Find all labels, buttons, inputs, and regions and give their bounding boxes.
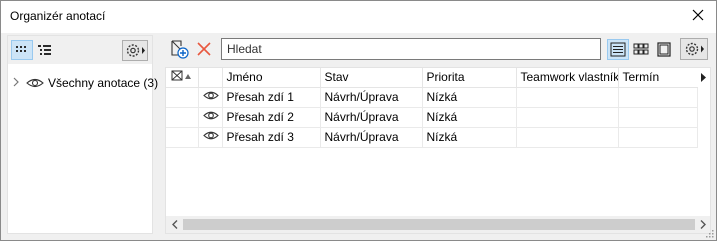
tree-list-icon xyxy=(38,45,51,55)
gear-icon xyxy=(685,42,704,56)
row-select-cell[interactable] xyxy=(166,107,199,128)
column-header-select[interactable] xyxy=(166,68,199,88)
right-settings-button[interactable] xyxy=(680,38,708,60)
right-toolbar xyxy=(165,35,710,63)
scrollbar-thumb[interactable] xyxy=(183,219,695,230)
column-scroll-right-button[interactable] xyxy=(696,68,710,87)
delete-button[interactable] xyxy=(195,40,213,58)
eye-icon[interactable] xyxy=(202,90,219,101)
cell-name: Přesah zdí 2 xyxy=(222,107,321,128)
tree-item-label: Všechny anotace (3) xyxy=(48,76,159,90)
row-visibility-cell[interactable] xyxy=(198,127,223,148)
table-row[interactable]: Přesah zdí 3 Návrh/Úprava Nízká xyxy=(166,127,698,148)
grid-view-button[interactable] xyxy=(630,39,652,60)
annotations-table: Jméno Stav Priorita Teamwork vlastník Te… xyxy=(165,67,711,234)
search-input[interactable] xyxy=(221,38,601,60)
single-view-icon xyxy=(657,42,671,57)
single-view-button[interactable] xyxy=(653,39,675,60)
cell-priority: Nízká xyxy=(422,107,517,128)
cell-status: Návrh/Úprava xyxy=(320,87,423,108)
eye-icon[interactable] xyxy=(202,130,219,141)
row-visibility-cell[interactable] xyxy=(198,107,223,128)
cell-priority: Nízká xyxy=(422,127,517,148)
cell-owner xyxy=(516,107,619,128)
add-annotation-icon xyxy=(171,40,189,59)
cell-name: Přesah zdí 3 xyxy=(222,127,321,148)
add-annotation-button[interactable] xyxy=(169,38,191,60)
left-settings-button[interactable] xyxy=(122,40,148,61)
left-toolbar xyxy=(8,36,152,64)
column-header-due[interactable]: Termín xyxy=(618,68,698,88)
table-row[interactable]: Přesah zdí 1 Návrh/Úprava Nízká xyxy=(166,87,698,108)
chevron-right-icon[interactable] xyxy=(11,76,21,88)
tree-grid-view-button[interactable] xyxy=(11,40,33,60)
gear-icon xyxy=(126,44,145,57)
column-header-visibility[interactable] xyxy=(198,68,223,88)
cell-owner xyxy=(516,127,619,148)
column-header-name[interactable]: Jméno xyxy=(222,68,321,88)
column-header-teamwork-owner[interactable]: Teamwork vlastník xyxy=(516,68,619,88)
cell-status: Návrh/Úprava xyxy=(320,127,423,148)
table-header-row: Jméno Stav Priorita Teamwork vlastník Te… xyxy=(166,68,698,88)
eye-icon[interactable] xyxy=(26,77,44,89)
list-view-button[interactable] xyxy=(607,39,629,60)
grid-dots-icon xyxy=(16,46,26,52)
annotation-organizer-window: Organizér anotací Všechny anotace (3) Hl… xyxy=(0,0,717,241)
sort-annotation-icon xyxy=(171,70,191,81)
row-visibility-cell[interactable] xyxy=(198,87,223,108)
delete-icon xyxy=(197,42,211,56)
cell-due xyxy=(618,107,698,128)
scroll-left-icon[interactable] xyxy=(169,219,181,230)
list-view-icon xyxy=(610,42,626,57)
triangle-right-icon xyxy=(701,73,706,82)
grid-view-icon xyxy=(633,43,649,55)
close-icon[interactable] xyxy=(690,7,706,23)
row-select-cell[interactable] xyxy=(166,127,199,148)
horizontal-scrollbar[interactable] xyxy=(166,216,710,233)
column-header-priority[interactable]: Priorita xyxy=(422,68,517,88)
window-title: Organizér anotací xyxy=(10,9,106,23)
cell-owner xyxy=(516,87,619,108)
left-panel: Všechny anotace (3) xyxy=(7,35,158,234)
table-row[interactable]: Přesah zdí 2 Návrh/Úprava Nízká xyxy=(166,107,698,128)
eye-icon[interactable] xyxy=(202,110,219,121)
row-select-cell[interactable] xyxy=(166,87,199,108)
cell-due xyxy=(618,87,698,108)
cell-name: Přesah zdí 1 xyxy=(222,87,321,108)
column-header-status[interactable]: Stav xyxy=(320,68,423,88)
cell-due xyxy=(618,127,698,148)
title-bar: Organizér anotací xyxy=(1,1,716,33)
tree-list-view-button[interactable] xyxy=(34,40,56,60)
cell-priority: Nízká xyxy=(422,87,517,108)
cell-status: Návrh/Úprava xyxy=(320,107,423,128)
tree-item-all-annotations[interactable]: Všechny anotace (3) xyxy=(8,74,158,92)
resize-grip-icon[interactable] xyxy=(704,228,714,238)
